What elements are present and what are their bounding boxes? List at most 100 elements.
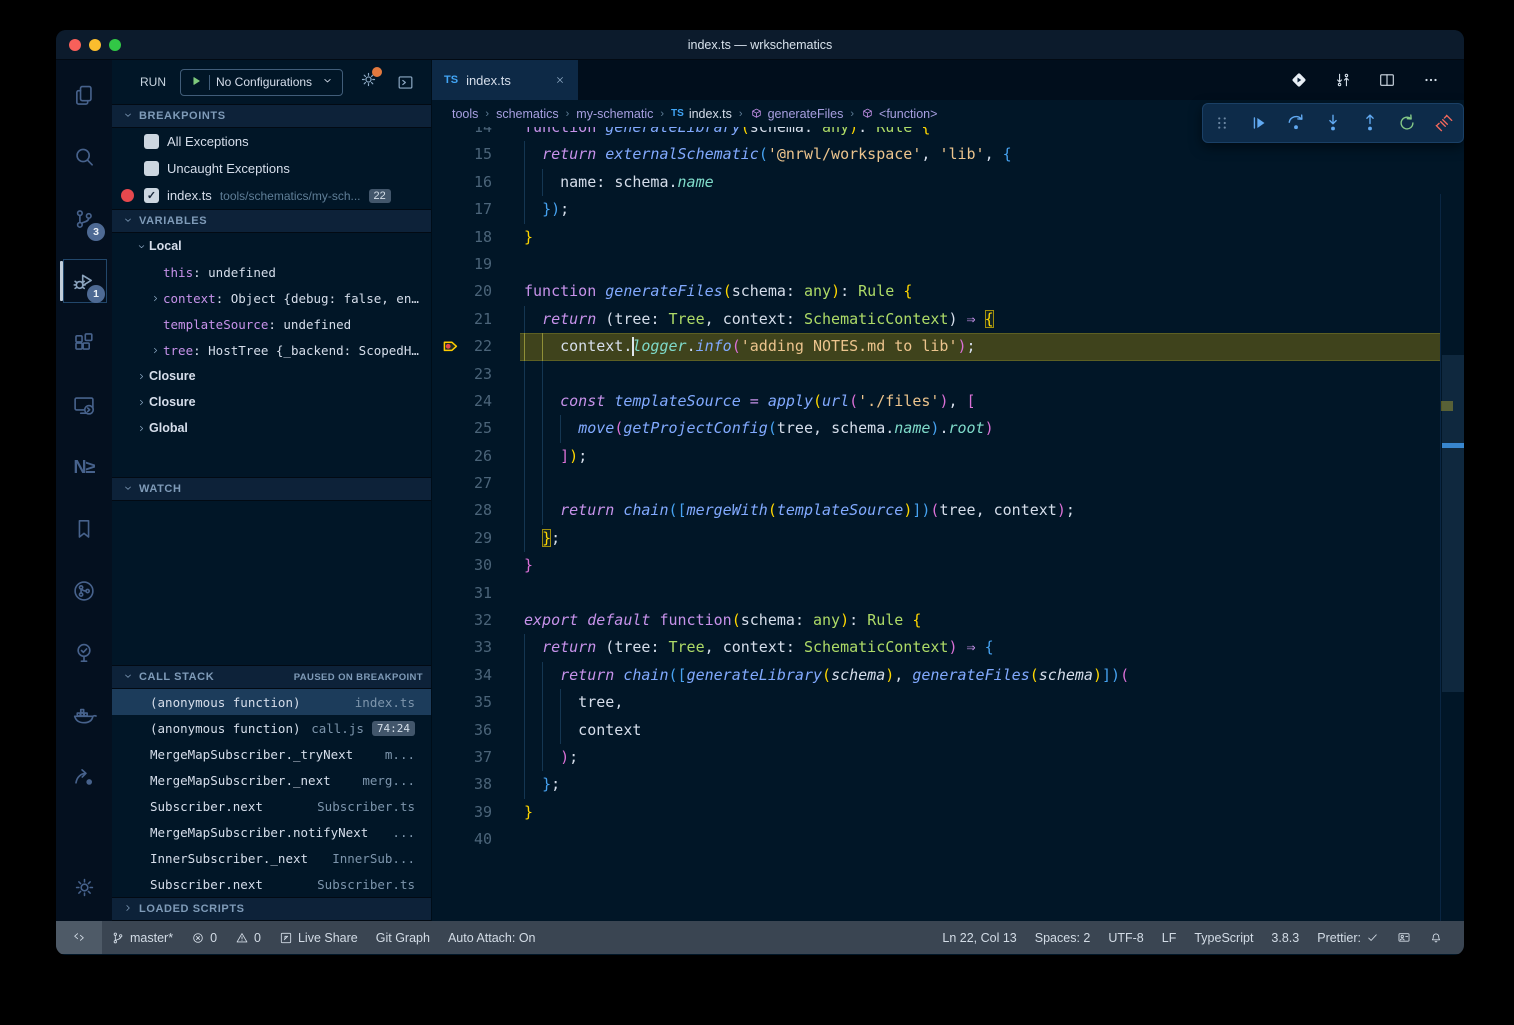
- launch-config-dropdown[interactable]: No Configurations: [180, 69, 343, 96]
- checkbox[interactable]: [144, 134, 159, 149]
- checkbox[interactable]: ✓: [144, 188, 159, 203]
- debug-continue-button[interactable]: [1244, 108, 1274, 138]
- breadcrumb-item[interactable]: schematics: [496, 107, 559, 121]
- gutter[interactable]: 16: [432, 169, 520, 196]
- loaded-scripts-header[interactable]: LOADED SCRIPTS: [112, 897, 431, 921]
- gutter[interactable]: 37: [432, 744, 520, 771]
- gutter[interactable]: 34: [432, 662, 520, 689]
- statusbar-ts-version[interactable]: 3.8.3: [1262, 921, 1308, 954]
- variable-row[interactable]: templateSource: undefined: [112, 311, 431, 337]
- gutter[interactable]: 31: [432, 580, 520, 607]
- gutter[interactable]: 33: [432, 634, 520, 661]
- scrollbar-slider[interactable]: [1442, 355, 1464, 692]
- statusbar-encoding[interactable]: UTF-8: [1099, 921, 1152, 954]
- statusbar-branch[interactable]: master*: [102, 921, 182, 954]
- activity-extensions[interactable]: [60, 312, 108, 374]
- breadcrumb-item[interactable]: generateFiles: [750, 107, 844, 121]
- gutter[interactable]: 40: [432, 826, 520, 853]
- gutter[interactable]: 24: [432, 388, 520, 415]
- statusbar-git-graph[interactable]: Git Graph: [367, 921, 439, 954]
- gutter[interactable]: 15: [432, 141, 520, 168]
- start-debug-icon[interactable]: [189, 74, 203, 91]
- call-stack-frame[interactable]: (anonymous function)index.ts: [112, 689, 431, 715]
- gutter[interactable]: 18: [432, 224, 520, 251]
- activity-settings[interactable]: [60, 861, 108, 913]
- gutter[interactable]: 38: [432, 771, 520, 798]
- debug-restart-button[interactable]: [1392, 108, 1422, 138]
- breadcrumb-item[interactable]: my-schematic: [576, 107, 653, 121]
- statusbar-cursor-position[interactable]: Ln 22, Col 13: [933, 921, 1025, 954]
- scope-row[interactable]: Local: [112, 233, 431, 259]
- call-stack-frame[interactable]: MergeMapSubscriber._nextmerg...: [112, 767, 431, 793]
- call-stack-frame[interactable]: Subscriber.nextSubscriber.ts: [112, 793, 431, 819]
- variables-header[interactable]: VARIABLES: [112, 209, 431, 233]
- zoom-window-button[interactable]: [109, 39, 121, 51]
- breadcrumb-item[interactable]: TSindex.ts: [671, 107, 732, 121]
- gutter[interactable]: 30: [432, 552, 520, 579]
- activity-testing[interactable]: [60, 622, 108, 684]
- breakpoint-row[interactable]: All Exceptions: [112, 128, 431, 155]
- close-window-button[interactable]: [69, 39, 81, 51]
- statusbar-notifications[interactable]: [1420, 921, 1452, 954]
- compare-button[interactable]: [1334, 71, 1352, 89]
- activity-explorer[interactable]: [60, 64, 108, 126]
- gutter[interactable]: 27: [432, 470, 520, 497]
- scope-row[interactable]: Closure: [112, 389, 431, 415]
- variable-row[interactable]: tree: HostTree {_backend: ScopedH…: [112, 337, 431, 363]
- gutter[interactable]: 26: [432, 443, 520, 470]
- activity-bookmarks[interactable]: [60, 498, 108, 560]
- breakpoint-row[interactable]: ✓index.tstools/schematics/my-sch...22: [112, 182, 431, 209]
- variable-row[interactable]: this: undefined: [112, 259, 431, 285]
- activity-live-share[interactable]: [60, 746, 108, 808]
- breakpoints-header[interactable]: BREAKPOINTS: [112, 104, 431, 128]
- statusbar-errors[interactable]: 0: [182, 921, 226, 954]
- debug-step-over-button[interactable]: [1281, 108, 1311, 138]
- call-stack-frame[interactable]: Subscriber.nextSubscriber.ts: [112, 871, 431, 897]
- gutter[interactable]: 25: [432, 415, 520, 442]
- call-stack-frame[interactable]: MergeMapSubscriber.notifyNext...: [112, 819, 431, 845]
- activity-search[interactable]: [60, 126, 108, 188]
- call-stack-header[interactable]: CALL STACK PAUSED ON BREAKPOINT: [112, 665, 431, 689]
- runmark-button[interactable]: [1290, 71, 1308, 89]
- split-button[interactable]: [1378, 71, 1396, 89]
- statusbar-warnings[interactable]: 0: [226, 921, 270, 954]
- gutter[interactable]: 28: [432, 497, 520, 524]
- gutter[interactable]: 29: [432, 525, 520, 552]
- close-tab-icon[interactable]: [554, 74, 566, 86]
- gutter[interactable]: 32: [432, 607, 520, 634]
- breadcrumb-item[interactable]: tools: [452, 107, 478, 121]
- debug-step-into-button[interactable]: [1318, 108, 1348, 138]
- activity-run-debug[interactable]: 1: [60, 250, 108, 312]
- gutter[interactable]: 19: [432, 251, 520, 278]
- minimize-window-button[interactable]: [89, 39, 101, 51]
- gutter[interactable]: 20: [432, 278, 520, 305]
- statusbar-feedback[interactable]: [1388, 921, 1420, 954]
- debug-step-out-button[interactable]: [1355, 108, 1385, 138]
- overview-ruler[interactable]: [1440, 194, 1464, 921]
- call-stack-frame[interactable]: InnerSubscriber._nextInnerSub...: [112, 845, 431, 871]
- watch-header[interactable]: WATCH: [112, 477, 431, 501]
- more-button[interactable]: [1422, 71, 1440, 89]
- debug-console-button[interactable]: [396, 73, 415, 92]
- debug-disconnect-button[interactable]: [1429, 108, 1459, 138]
- call-stack-frame[interactable]: MergeMapSubscriber._tryNextm...: [112, 741, 431, 767]
- activity-nx-console[interactable]: N≥: [60, 436, 108, 498]
- statusbar-eol[interactable]: LF: [1153, 921, 1186, 954]
- activity-docker[interactable]: [60, 684, 108, 746]
- call-stack-frame[interactable]: (anonymous function)call.js74:24: [112, 715, 431, 741]
- gutter[interactable]: 17: [432, 196, 520, 223]
- statusbar-auto-attach[interactable]: Auto Attach: On: [439, 921, 545, 954]
- configure-gear-button[interactable]: [359, 70, 378, 94]
- activity-git-graph[interactable]: [60, 560, 108, 622]
- breakpoint-row[interactable]: Uncaught Exceptions: [112, 155, 431, 182]
- breadcrumb-item[interactable]: <function>: [861, 107, 937, 121]
- gutter[interactable]: 21: [432, 306, 520, 333]
- statusbar-live-share[interactable]: Live Share: [270, 921, 367, 954]
- tab-index-ts[interactable]: TS index.ts: [432, 60, 578, 100]
- gutter[interactable]: 36: [432, 717, 520, 744]
- debug-drag-handle-button[interactable]: [1207, 108, 1237, 138]
- code-area[interactable]: 14function generateLibrary(schema: any):…: [432, 127, 1464, 921]
- gutter[interactable]: 39: [432, 799, 520, 826]
- statusbar-indentation[interactable]: Spaces: 2: [1026, 921, 1100, 954]
- activity-source-control[interactable]: 3: [60, 188, 108, 250]
